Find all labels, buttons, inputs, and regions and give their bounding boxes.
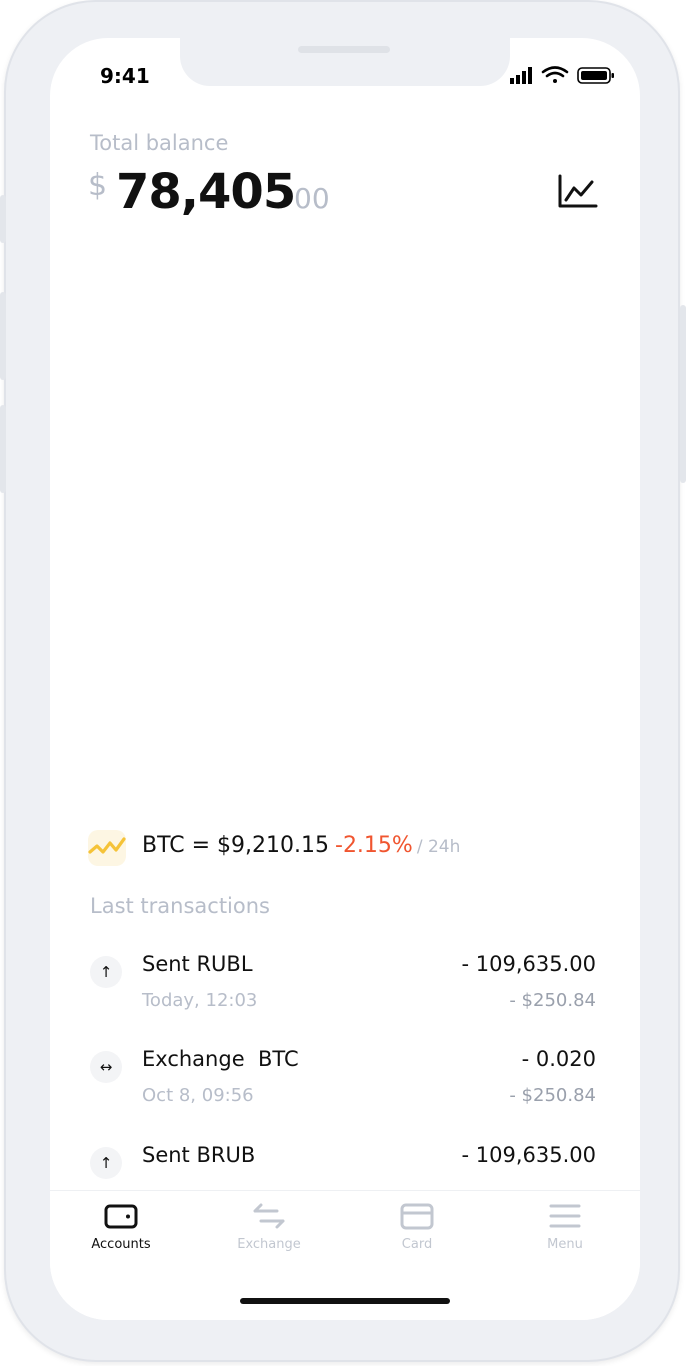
volume-down-button	[0, 405, 6, 493]
app-screen: 9:41 Total balance $ 78,405 00 BTC = $9,…	[50, 38, 640, 1320]
transaction-time: Today, 12:03	[142, 990, 258, 1011]
transaction-usd: - $250.84	[509, 990, 596, 1011]
battery-icon	[577, 67, 614, 84]
notch	[180, 38, 510, 86]
tab-label: Menu	[547, 1237, 583, 1252]
transaction-title: Exchange BTC	[142, 1047, 299, 1071]
power-button	[680, 305, 686, 483]
ticker-price: BTC = $9,210.15	[142, 833, 329, 858]
transaction-amount: - 0.020	[521, 1047, 596, 1071]
transaction-title: Sent RUBL	[142, 952, 253, 976]
card-icon	[400, 1203, 434, 1230]
tab-label: Card	[401, 1237, 433, 1252]
balance-amount: 78,405	[116, 164, 296, 220]
transaction-amount: - 109,635.00	[461, 1143, 597, 1167]
tab-accounts[interactable]: Accounts	[61, 1201, 181, 1265]
chart-button[interactable]	[556, 172, 600, 212]
tab-exchange[interactable]: Exchange	[209, 1201, 329, 1265]
signal-icon	[510, 67, 532, 84]
transaction-item[interactable]: ↑ Sent RUBL - 109,635.00 Today, 12:03 - …	[90, 952, 596, 1024]
status-time: 9:41	[100, 64, 150, 88]
transaction-amount: - 109,635.00	[461, 952, 597, 976]
wallet-icon	[104, 1204, 138, 1229]
balance-cents: 00	[294, 182, 330, 215]
home-indicator[interactable]	[240, 1298, 450, 1304]
status-icons	[510, 66, 620, 86]
transactions-title: Last transactions	[90, 894, 270, 918]
menu-icon	[549, 1204, 581, 1228]
balance-label: Total balance	[90, 131, 229, 155]
tab-label: Exchange	[237, 1237, 301, 1252]
speaker-grille	[298, 46, 390, 53]
transaction-title: Sent BRUB	[142, 1143, 256, 1167]
transaction-usd: - $250.84	[509, 1085, 596, 1106]
arrow-up-icon: ↑	[90, 1147, 122, 1179]
ticker-change: -2.15%	[335, 833, 413, 858]
btc-ticker[interactable]: BTC = $9,210.15 -2.15%/ 24h	[88, 828, 608, 868]
trend-icon	[88, 830, 126, 866]
wifi-icon	[541, 66, 569, 83]
tab-card[interactable]: Card	[357, 1201, 477, 1265]
exchange-icon: ↔	[90, 1051, 122, 1083]
ticker-text: BTC = $9,210.15 -2.15%/ 24h	[142, 833, 460, 858]
volume-up-button	[0, 292, 6, 380]
tab-label: Accounts	[91, 1237, 151, 1252]
silent-switch	[0, 195, 6, 243]
line-chart-icon	[558, 174, 598, 208]
transaction-item[interactable]: ↔ Exchange BTC - 0.020 Oct 8, 09:56 - $2…	[90, 1047, 596, 1119]
transaction-time: Oct 8, 09:56	[142, 1085, 254, 1106]
ticker-period: / 24h	[416, 837, 461, 857]
arrow-up-icon: ↑	[90, 956, 122, 988]
tab-menu[interactable]: Menu	[505, 1201, 625, 1265]
exchange-arrows-icon	[253, 1203, 285, 1229]
balance-currency: $	[88, 168, 108, 203]
